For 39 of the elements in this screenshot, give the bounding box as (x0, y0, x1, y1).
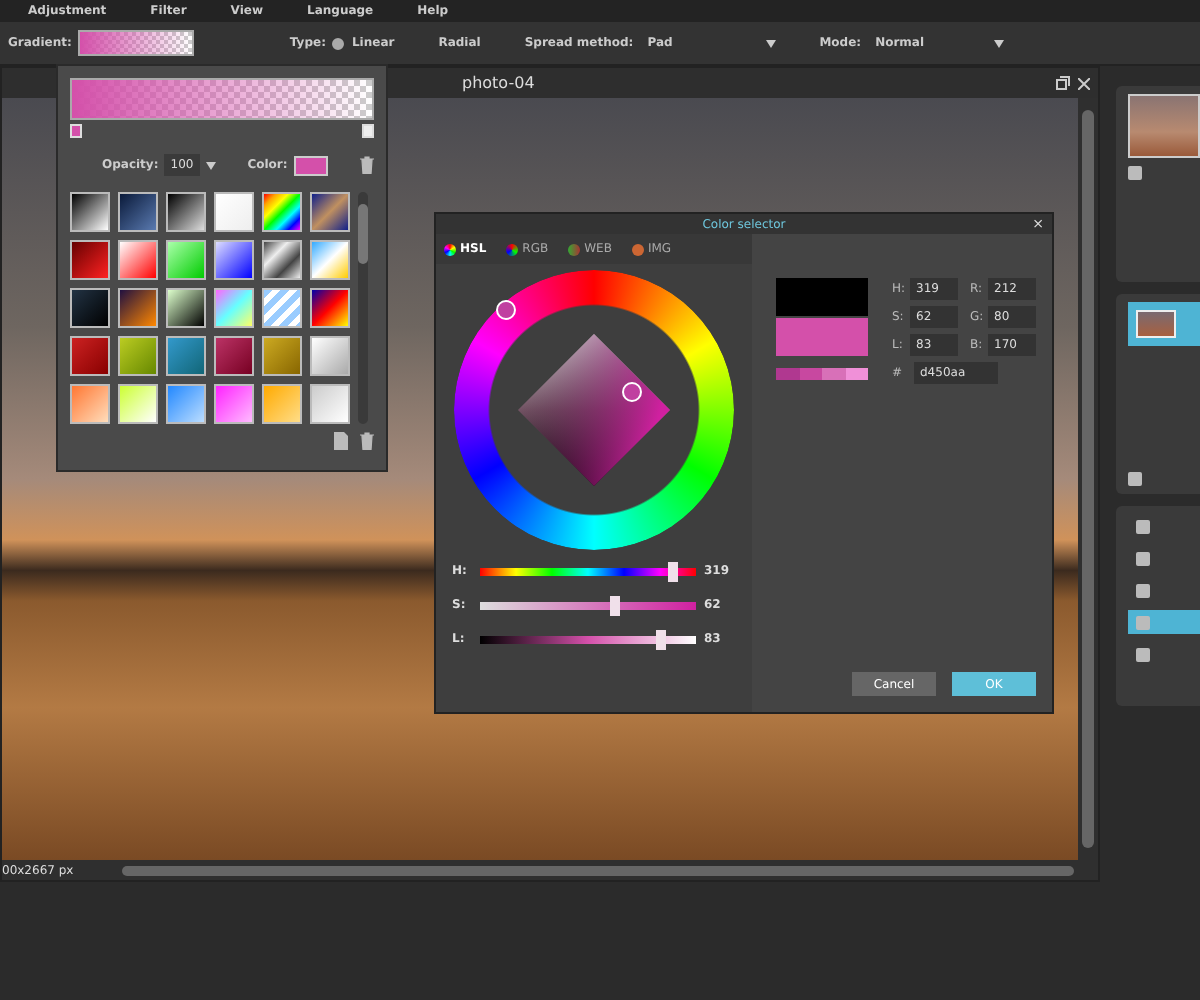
dropdown-caret-icon[interactable] (205, 161, 216, 169)
horizontal-scrollbar[interactable] (122, 865, 1074, 875)
gradient-preset[interactable] (310, 288, 350, 328)
dropdown-caret-icon[interactable] (765, 39, 776, 47)
gradient-preset[interactable] (166, 192, 206, 232)
current-color (776, 318, 868, 356)
layer-thumbnail (1136, 310, 1176, 338)
slider-thumb[interactable] (655, 629, 666, 649)
hue-marker[interactable] (496, 300, 516, 320)
document-title: photo-04 (462, 74, 537, 92)
gradient-preset[interactable] (166, 288, 206, 328)
radio-button[interactable] (331, 37, 344, 49)
gradient-preset[interactable] (118, 288, 158, 328)
gradient-preset[interactable] (70, 240, 110, 280)
gradient-preview[interactable] (77, 30, 194, 56)
slider-thumb[interactable] (667, 561, 678, 581)
gradient-preset[interactable] (262, 240, 302, 280)
color-swatch[interactable] (293, 155, 328, 175)
previous-color (776, 278, 868, 316)
gradient-preset[interactable] (262, 192, 302, 232)
saturation-lightness-square[interactable] (518, 334, 670, 486)
dropdown-caret-icon[interactable] (993, 39, 1004, 47)
restore-icon[interactable] (1056, 76, 1070, 90)
color-shades-strip[interactable] (776, 368, 868, 380)
new-preset-icon[interactable] (334, 432, 348, 450)
trash-icon[interactable] (360, 432, 374, 450)
gradient-stop[interactable] (70, 124, 82, 138)
trash-icon[interactable] (360, 156, 374, 174)
gradient-bar[interactable] (70, 78, 374, 120)
close-icon[interactable] (1078, 77, 1090, 89)
gradient-preset[interactable] (70, 192, 110, 232)
preset-scrollbar[interactable] (358, 192, 368, 424)
image-thumbnail (1128, 94, 1200, 158)
gradient-preset[interactable] (310, 192, 350, 232)
gradient-preset[interactable] (214, 336, 254, 376)
gradient-preset[interactable] (118, 192, 158, 232)
gradient-preset[interactable] (70, 288, 110, 328)
layer-row[interactable] (1128, 302, 1200, 346)
slider-thumb[interactable] (609, 595, 620, 615)
